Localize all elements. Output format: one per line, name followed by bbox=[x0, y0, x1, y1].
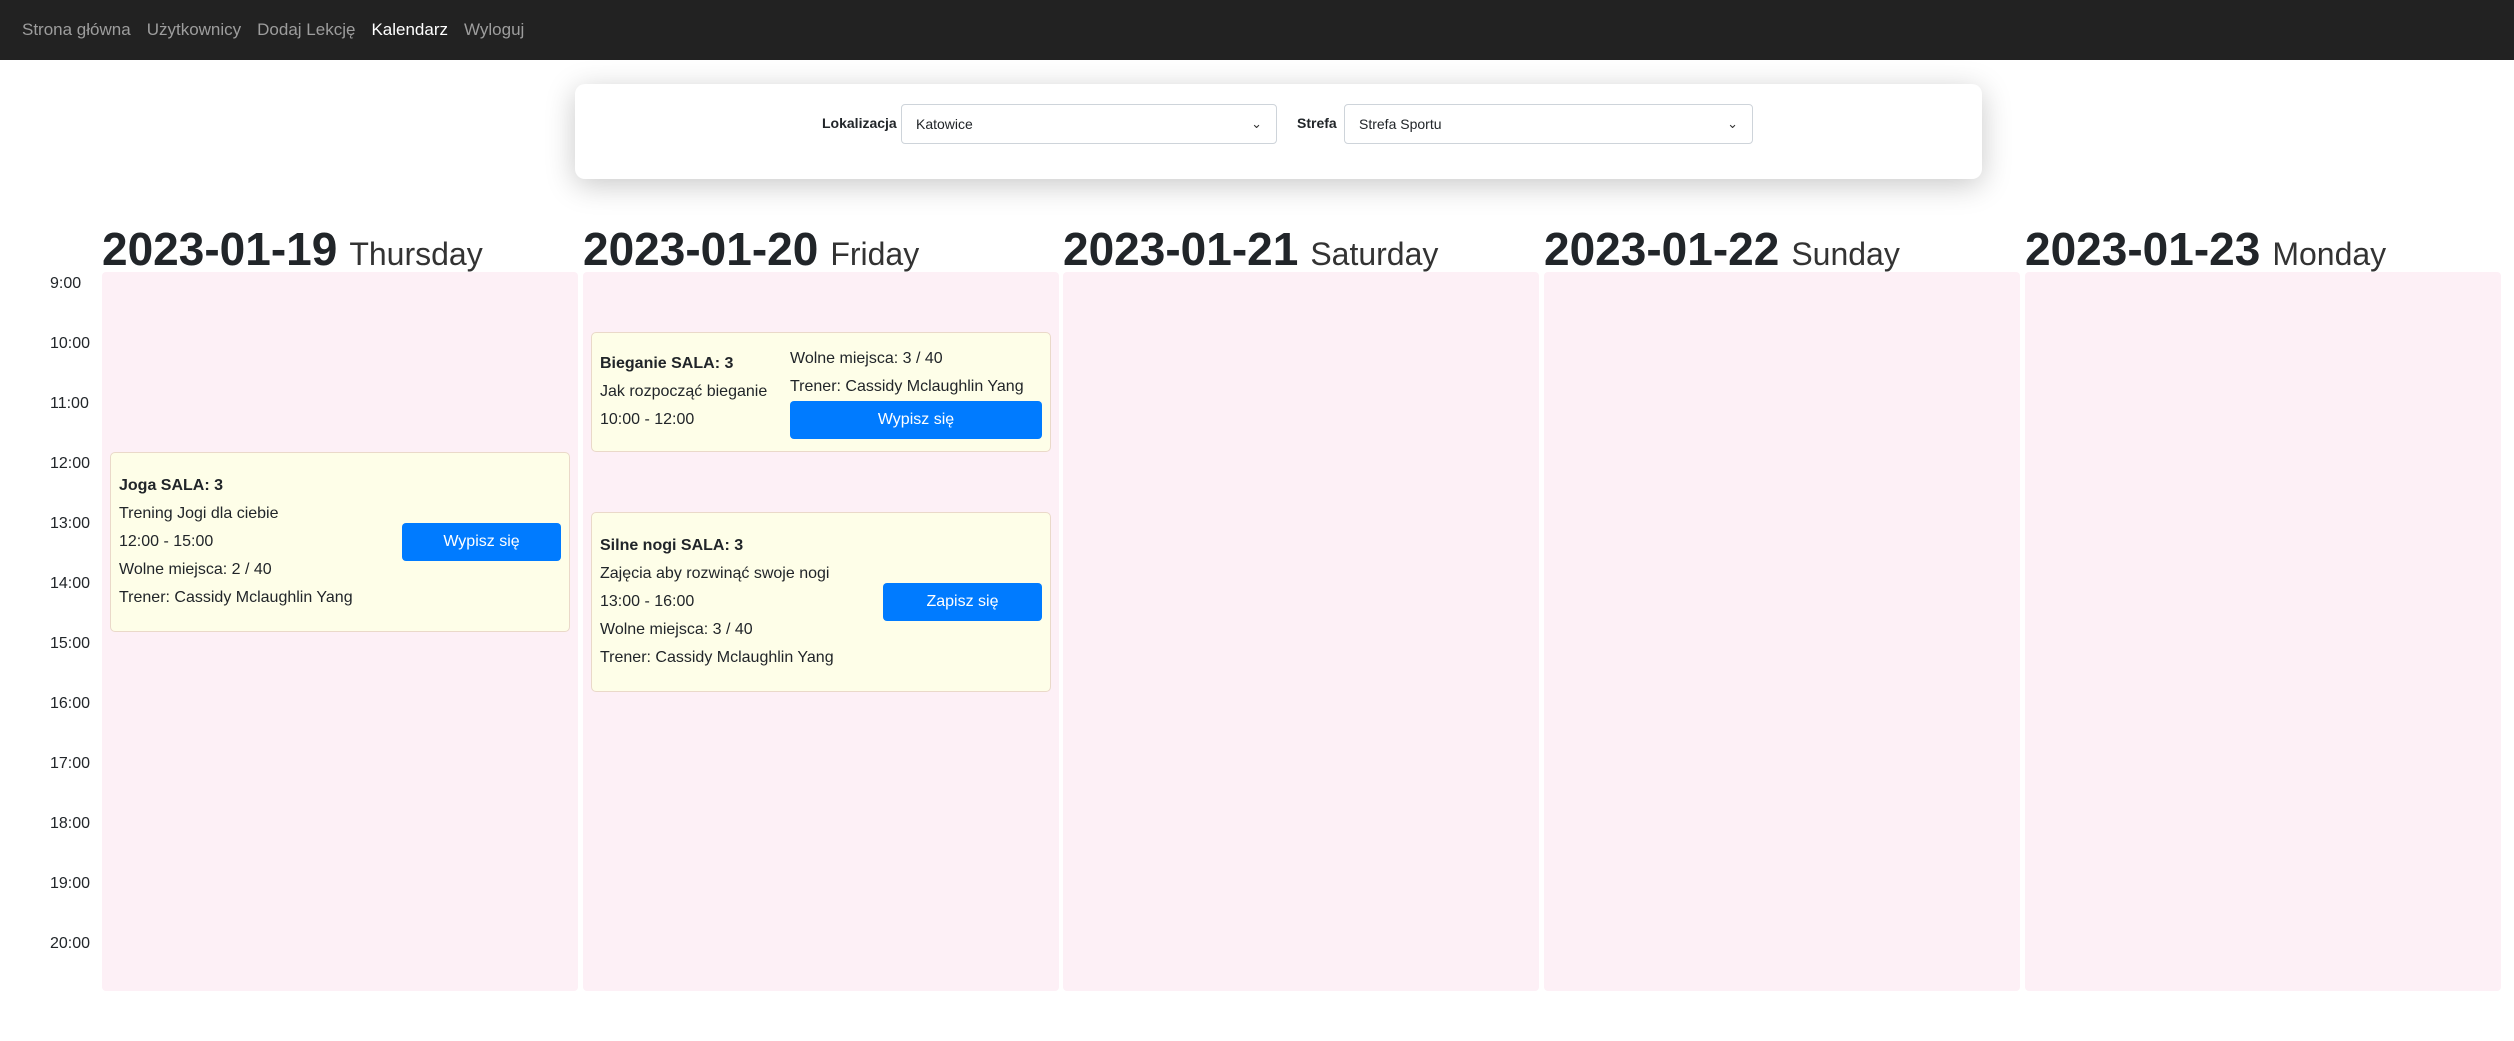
sign-out-button[interactable]: Wypisz się bbox=[790, 401, 1042, 439]
hour-label: 10:00 bbox=[50, 335, 91, 352]
day-header: 2023-01-23 Monday bbox=[2025, 222, 2386, 276]
nav-calendar[interactable]: Kalendarz bbox=[371, 20, 448, 40]
event-time: 12:00 - 15:00 bbox=[119, 533, 214, 550]
event-title: Joga SALA: 3 bbox=[119, 477, 224, 494]
day-weekday: Sunday bbox=[1791, 236, 1900, 272]
nav-logout[interactable]: Wyloguj bbox=[464, 20, 524, 40]
event-time: 10:00 - 12:00 bbox=[600, 411, 695, 428]
day-weekday: Saturday bbox=[1310, 236, 1439, 272]
hour-label: 18:00 bbox=[50, 815, 91, 832]
hour-label: 13:00 bbox=[50, 515, 91, 532]
event-description: Jak rozpocząć bieganie bbox=[600, 383, 768, 400]
event-card: Silne nogi SALA: 3 Zajęcia aby rozwinąć s… bbox=[591, 512, 1051, 692]
nav-home[interactable]: Strona główna bbox=[22, 20, 131, 40]
day-weekday: Friday bbox=[830, 236, 920, 272]
hour-label: 9:00 bbox=[50, 275, 82, 292]
hour-label: 20:00 bbox=[50, 935, 91, 952]
day-date: 2023-01-19 bbox=[102, 223, 338, 275]
event-free-seats: Wolne miejsca: 3 / 40 bbox=[600, 621, 753, 638]
navbar: Strona główna Użytkownicy Dodaj Lekcję K… bbox=[0, 0, 2514, 60]
chevron-down-icon: ⌄ bbox=[1251, 116, 1262, 131]
day-column: Joga SALA: 3 Trening Jogi dla ciebie 12:00… bbox=[102, 272, 578, 991]
nav-users[interactable]: Użytkownicy bbox=[147, 20, 241, 40]
event-description: Trening Jogi dla ciebie bbox=[119, 505, 279, 522]
sign-out-button[interactable]: Wypisz się bbox=[402, 523, 561, 561]
event-title: Silne nogi SALA: 3 bbox=[600, 537, 744, 554]
sign-up-button[interactable]: Zapisz się bbox=[883, 583, 1042, 621]
event-description: Zajęcia aby rozwinąć swoje nogi bbox=[600, 565, 830, 582]
location-label: Lokalizacja bbox=[822, 115, 897, 131]
day-header: 2023-01-21 Saturday bbox=[1063, 222, 1438, 276]
day-header: 2023-01-22 Sunday bbox=[1544, 222, 1900, 276]
location-select[interactable]: Katowice ⌄ bbox=[901, 104, 1277, 144]
day-header: 2023-01-19 Thursday bbox=[102, 222, 483, 276]
event-title: Bieganie SALA: 3 bbox=[600, 355, 734, 372]
event-card: Bieganie SALA: 3 Jak rozpocząć bieganie 10… bbox=[591, 332, 1051, 452]
zone-label: Strefa bbox=[1297, 115, 1337, 131]
day-date: 2023-01-20 bbox=[583, 223, 819, 275]
hour-label: 16:00 bbox=[50, 695, 91, 712]
event-trainer: Trener: Cassidy Mclaughlin Yang bbox=[600, 649, 834, 666]
day-date: 2023-01-23 bbox=[2025, 223, 2261, 275]
day-column: Bieganie SALA: 3 Jak rozpocząć bieganie 10… bbox=[583, 272, 1059, 991]
event-free-seats: Wolne miejsca: 2 / 40 bbox=[119, 561, 272, 578]
hour-label: 15:00 bbox=[50, 635, 91, 652]
event-time: 13:00 - 16:00 bbox=[600, 593, 695, 610]
day-weekday: Thursday bbox=[349, 236, 483, 272]
day-column bbox=[1063, 272, 1539, 991]
day-header: 2023-01-20 Friday bbox=[583, 222, 919, 276]
hour-label: 17:00 bbox=[50, 755, 91, 772]
event-card: Joga SALA: 3 Trening Jogi dla ciebie 12:00… bbox=[110, 452, 570, 632]
day-date: 2023-01-22 bbox=[1544, 223, 1780, 275]
hour-label: 19:00 bbox=[50, 875, 91, 892]
event-trainer: Trener: Cassidy Mclaughlin Yang bbox=[119, 589, 353, 606]
hour-label: 11:00 bbox=[50, 395, 89, 412]
day-column bbox=[2025, 272, 2501, 991]
zone-value: Strefa Sportu bbox=[1359, 116, 1442, 132]
location-value: Katowice bbox=[916, 116, 973, 132]
hour-label: 12:00 bbox=[50, 455, 91, 472]
event-trainer: Trener: Cassidy Mclaughlin Yang bbox=[790, 378, 1024, 395]
event-free-seats: Wolne miejsca: 3 / 40 bbox=[790, 350, 943, 367]
chevron-down-icon: ⌄ bbox=[1727, 116, 1738, 131]
filter-card: Lokalizacja Katowice ⌄ Strefa Strefa Spo… bbox=[575, 84, 1982, 179]
hour-label: 14:00 bbox=[50, 575, 91, 592]
day-date: 2023-01-21 bbox=[1063, 223, 1299, 275]
day-weekday: Monday bbox=[2272, 236, 2387, 272]
zone-select[interactable]: Strefa Sportu ⌄ bbox=[1344, 104, 1753, 144]
day-column bbox=[1544, 272, 2020, 991]
nav-add-lesson[interactable]: Dodaj Lekcję bbox=[257, 20, 355, 40]
